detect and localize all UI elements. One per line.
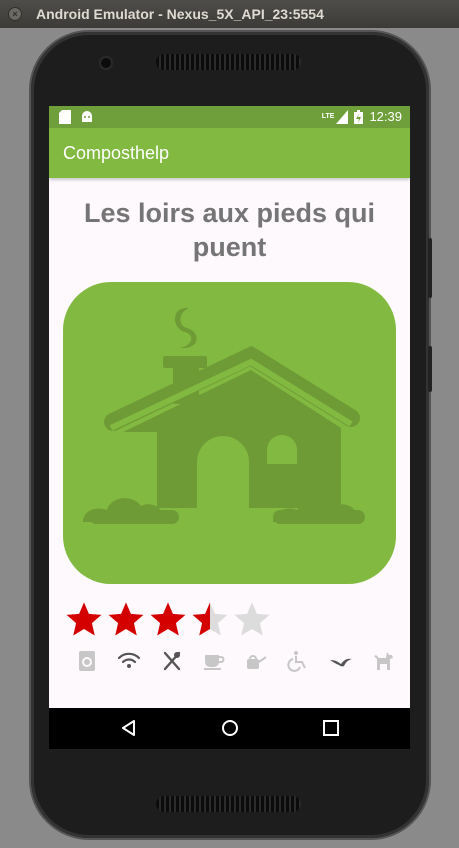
device-screen: LTE 12:39 Composthelp Les loirs aux pied… [49,106,410,749]
amenities-row [75,650,395,672]
coffee-icon [203,655,225,670]
place-image [63,282,396,584]
rating-stars [65,600,271,638]
house-illustration-icon [83,307,365,524]
bottom-speaker [156,796,301,812]
android-icon [82,111,92,122]
power-button[interactable] [428,346,432,392]
navigation-bar [49,708,410,749]
star-icon [108,602,144,636]
dog-icon [373,652,393,670]
sd-card-icon [59,110,71,124]
status-bar: LTE 12:39 [49,106,410,128]
network-type: LTE [321,113,335,120]
volume-button[interactable] [428,238,432,298]
half-star-icon [192,602,228,636]
place-title: Les loirs aux pieds qui puent [83,198,376,262]
battery-icon [354,109,364,124]
restaurant-icon [163,651,180,671]
app-title: Composthelp [63,143,170,163]
bird-icon [329,658,352,667]
front-camera [101,58,111,68]
wheelchair-icon [287,651,307,672]
wifi-icon [118,652,141,668]
home-icon[interactable] [220,718,240,738]
watering-can-icon [247,655,267,669]
washing-machine-icon [79,651,95,671]
close-window-icon[interactable]: × [8,7,22,21]
recents-icon[interactable] [321,718,341,738]
signal-icon [336,109,349,124]
star-icon [66,602,102,636]
top-speaker [156,54,301,70]
window-title: Android Emulator - Nexus_5X_API_23:5554 [36,6,324,22]
star-icon [150,602,186,636]
back-icon[interactable] [119,718,139,738]
clock: 12:39 [369,109,402,124]
app-bar: Composthelp [49,128,410,178]
empty-star-icon [234,602,270,636]
emulator-title-bar: × Android Emulator - Nexus_5X_API_23:555… [0,0,459,28]
